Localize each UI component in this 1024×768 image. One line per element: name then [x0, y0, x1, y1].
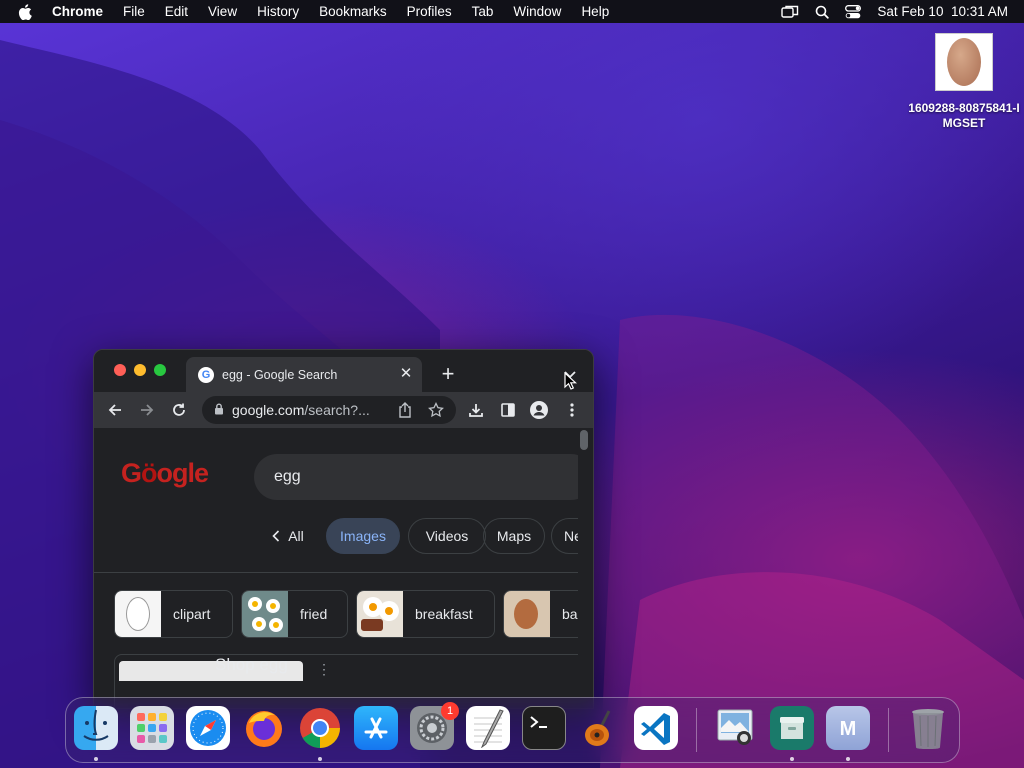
- minimize-window-button[interactable]: [134, 364, 146, 376]
- spotlight-search-icon[interactable]: [815, 5, 830, 19]
- google-favicon-icon: G: [198, 366, 214, 383]
- menu-window[interactable]: Window: [513, 4, 561, 19]
- chrome-running-indicator: [318, 757, 322, 761]
- zoom-window-button[interactable]: [154, 364, 166, 376]
- google-doodle-logo[interactable]: Göogle: [121, 458, 209, 489]
- chrome-window: G egg - Google Search ✕ + google.com/sea…: [93, 349, 594, 709]
- safari-icon[interactable]: [186, 706, 230, 750]
- preview-icon[interactable]: [714, 706, 758, 750]
- tab-strip: G egg - Google Search ✕ +: [94, 350, 593, 392]
- archive-utility-icon[interactable]: [770, 706, 814, 750]
- menu-view[interactable]: View: [208, 4, 237, 19]
- control-center-icon[interactable]: [845, 4, 862, 19]
- bookmark-star-icon[interactable]: [428, 401, 444, 421]
- m-app-running-indicator: [846, 757, 850, 761]
- notification-badge: 1: [441, 702, 459, 720]
- dock-separator: [696, 708, 697, 752]
- dock-separator-trash: [888, 708, 889, 752]
- menu-file[interactable]: File: [123, 4, 145, 19]
- chevron-left-icon: [272, 530, 280, 542]
- filter-all[interactable]: All: [266, 518, 310, 554]
- new-tab-button[interactable]: +: [436, 363, 460, 385]
- terminal-icon[interactable]: [522, 706, 566, 750]
- finder-icon[interactable]: [74, 706, 118, 750]
- egg-image: [947, 38, 981, 86]
- vscode-icon[interactable]: [634, 706, 678, 750]
- menu-bar: Chrome File Edit View History Bookmarks …: [0, 0, 1024, 23]
- refine-label-ba: ba: [562, 606, 578, 622]
- filter-videos[interactable]: Videos: [408, 518, 486, 554]
- filter-news[interactable]: Ne: [551, 518, 578, 554]
- menu-help[interactable]: Help: [581, 4, 609, 19]
- menu-history[interactable]: History: [257, 4, 299, 19]
- refine-label-fried: fried: [300, 606, 328, 622]
- clipart-thumbnail: [115, 591, 161, 637]
- result-title: Shop egg: [215, 655, 288, 674]
- textedit-icon[interactable]: [466, 706, 510, 750]
- filter-maps-label: Maps: [496, 528, 532, 544]
- page-content: Göogle egg All Images Videos Maps Ne: [94, 428, 578, 708]
- mouse-pointer-icon: [564, 372, 578, 390]
- refine-label-breakfast: breakfast: [415, 606, 473, 622]
- app-store-icon[interactable]: [354, 706, 398, 750]
- trash-icon[interactable]: [906, 706, 950, 750]
- filter-maps[interactable]: Maps: [483, 518, 545, 554]
- archive-running-indicator: [790, 757, 794, 761]
- firefox-icon[interactable]: [242, 706, 286, 750]
- menu-profiles[interactable]: Profiles: [407, 4, 452, 19]
- close-window-button[interactable]: [114, 364, 126, 376]
- filter-news-label: Ne: [564, 528, 578, 544]
- filter-images-label: Images: [340, 528, 386, 544]
- screen-mirroring-icon[interactable]: [781, 5, 799, 19]
- divider: [94, 572, 578, 573]
- lock-icon[interactable]: [214, 402, 224, 418]
- dock: 1 M: [65, 697, 960, 763]
- result-menu-icon[interactable]: ⋮: [317, 661, 331, 678]
- menu-tab[interactable]: Tab: [472, 4, 494, 19]
- desktop-file-thumbnail: [935, 33, 993, 91]
- breakfast-thumbnail: [357, 591, 403, 637]
- chrome-icon[interactable]: [298, 706, 342, 750]
- menu-edit[interactable]: Edit: [165, 4, 188, 19]
- tab-egg-search[interactable]: G egg - Google Search ✕: [186, 357, 422, 392]
- finder-running-indicator: [94, 757, 98, 761]
- kebab-menu-icon[interactable]: [563, 401, 581, 419]
- url-path: /search?...: [304, 402, 370, 418]
- forward-button[interactable]: [138, 401, 156, 419]
- refine-label-clipart: clipart: [173, 606, 211, 622]
- menubar-clock[interactable]: Sat Feb 10 10:31 AM: [877, 4, 1008, 19]
- ba-thumbnail: [504, 591, 550, 637]
- garageband-icon[interactable]: [578, 706, 622, 750]
- filter-all-label: All: [288, 528, 304, 544]
- menu-app-name[interactable]: Chrome: [52, 4, 103, 19]
- refine-chip-clipart[interactable]: clipart: [114, 590, 233, 638]
- desktop-file[interactable]: 1609288-80875841-IMGSET: [904, 33, 1024, 131]
- desktop-file-label: 1609288-80875841-IMGSET: [908, 101, 1020, 130]
- launchpad-icon[interactable]: [130, 706, 174, 750]
- back-button[interactable]: [106, 401, 124, 419]
- refine-chip-fried[interactable]: fried: [241, 590, 348, 638]
- close-tab-icon[interactable]: ✕: [398, 366, 414, 382]
- refine-chip-ba[interactable]: ba: [503, 590, 578, 638]
- tab-title: egg - Google Search: [222, 367, 338, 382]
- browser-toolbar: google.com/search?...: [94, 392, 593, 428]
- filter-videos-label: Videos: [425, 528, 469, 544]
- svg-text:M: M: [840, 718, 857, 740]
- fried-thumbnail: [242, 591, 288, 637]
- address-bar[interactable]: google.com/search?...: [202, 396, 456, 424]
- side-panel-icon[interactable]: [499, 401, 517, 419]
- url-host: google.com: [232, 402, 305, 418]
- apple-menu-icon[interactable]: [18, 3, 34, 20]
- m-app-icon[interactable]: M: [826, 706, 870, 750]
- refine-chip-breakfast[interactable]: breakfast: [356, 590, 495, 638]
- download-icon[interactable]: [467, 401, 485, 419]
- search-filter-bar: All Images Videos Maps Ne: [94, 518, 578, 554]
- menu-bookmarks[interactable]: Bookmarks: [319, 4, 387, 19]
- share-icon[interactable]: [398, 402, 412, 421]
- filter-images[interactable]: Images: [326, 518, 400, 554]
- scrollbar-thumb[interactable]: [580, 430, 588, 450]
- reload-button[interactable]: [170, 401, 188, 419]
- search-input[interactable]: egg: [254, 454, 578, 500]
- profile-avatar-icon[interactable]: [530, 401, 548, 419]
